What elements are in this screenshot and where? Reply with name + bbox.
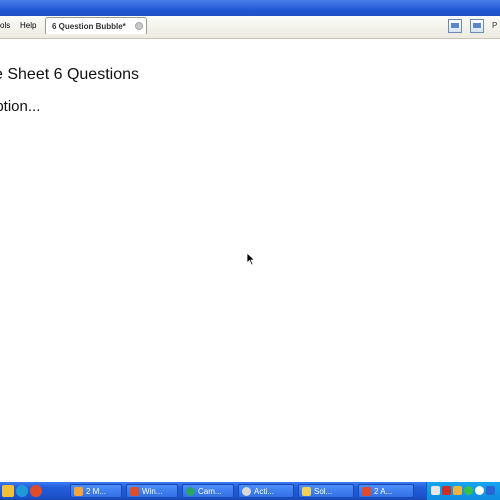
taskbar-item-label: Sol... [314, 487, 333, 496]
restore-panel-button[interactable] [470, 19, 484, 33]
network-icon[interactable] [431, 486, 440, 495]
camtasia-icon [186, 487, 195, 496]
taskbar-item-4[interactable]: Acti... [238, 484, 294, 498]
taskbar-item-2[interactable]: Win... [126, 484, 178, 498]
quick-launch-firefox-icon[interactable] [30, 485, 42, 497]
window-icon [130, 487, 139, 496]
quick-launch-folder-icon[interactable] [2, 485, 14, 497]
taskbar-item-5[interactable]: Sol... [298, 484, 354, 498]
document-tab[interactable]: 6 Question Bubble* [45, 17, 147, 34]
taskbar-item-label: Win... [142, 487, 163, 496]
menu-item-tools[interactable]: ols [0, 21, 10, 30]
taskbar-item-label: Cam... [198, 487, 222, 496]
window-icon [451, 23, 459, 28]
document-title[interactable]: e Sheet 6 Questions [0, 66, 139, 84]
folder-icon [302, 487, 311, 496]
system-tray [426, 482, 500, 500]
taskbar-item-label: 2 M... [86, 487, 107, 496]
taskbar-item-1[interactable]: 2 M... [70, 484, 122, 498]
taskbar-item-label: 2 A... [374, 487, 393, 496]
tab-label: 6 Question Bubble* [52, 22, 126, 31]
taskbar-item-6[interactable]: 2 A... [358, 484, 414, 498]
acrobat-icon [362, 487, 371, 496]
update-icon[interactable] [453, 486, 462, 495]
right-panel-label[interactable]: P [492, 21, 497, 30]
taskbar-item-3[interactable]: Cam... [182, 484, 234, 498]
mouse-cursor-icon [246, 252, 256, 266]
menu-item-help[interactable]: Help [20, 21, 36, 30]
taskbar-item-label: Acti... [254, 487, 275, 496]
quick-launch-browser-icon[interactable] [16, 485, 28, 497]
taskbar: 2 M... Win... Cam... Acti... Sol... 2 A.… [0, 482, 500, 500]
status-icon[interactable] [464, 486, 473, 495]
window-title-bar [0, 0, 500, 16]
clock-icon[interactable] [475, 486, 484, 495]
volume-icon[interactable] [486, 486, 495, 495]
close-tab-icon[interactable] [135, 22, 143, 30]
chat-icon [74, 487, 83, 496]
activity-icon [242, 487, 251, 496]
image-icon [473, 23, 481, 28]
document-description[interactable]: iption... [0, 98, 40, 115]
antivirus-icon[interactable] [442, 486, 451, 495]
minimize-panel-button[interactable] [448, 19, 462, 33]
